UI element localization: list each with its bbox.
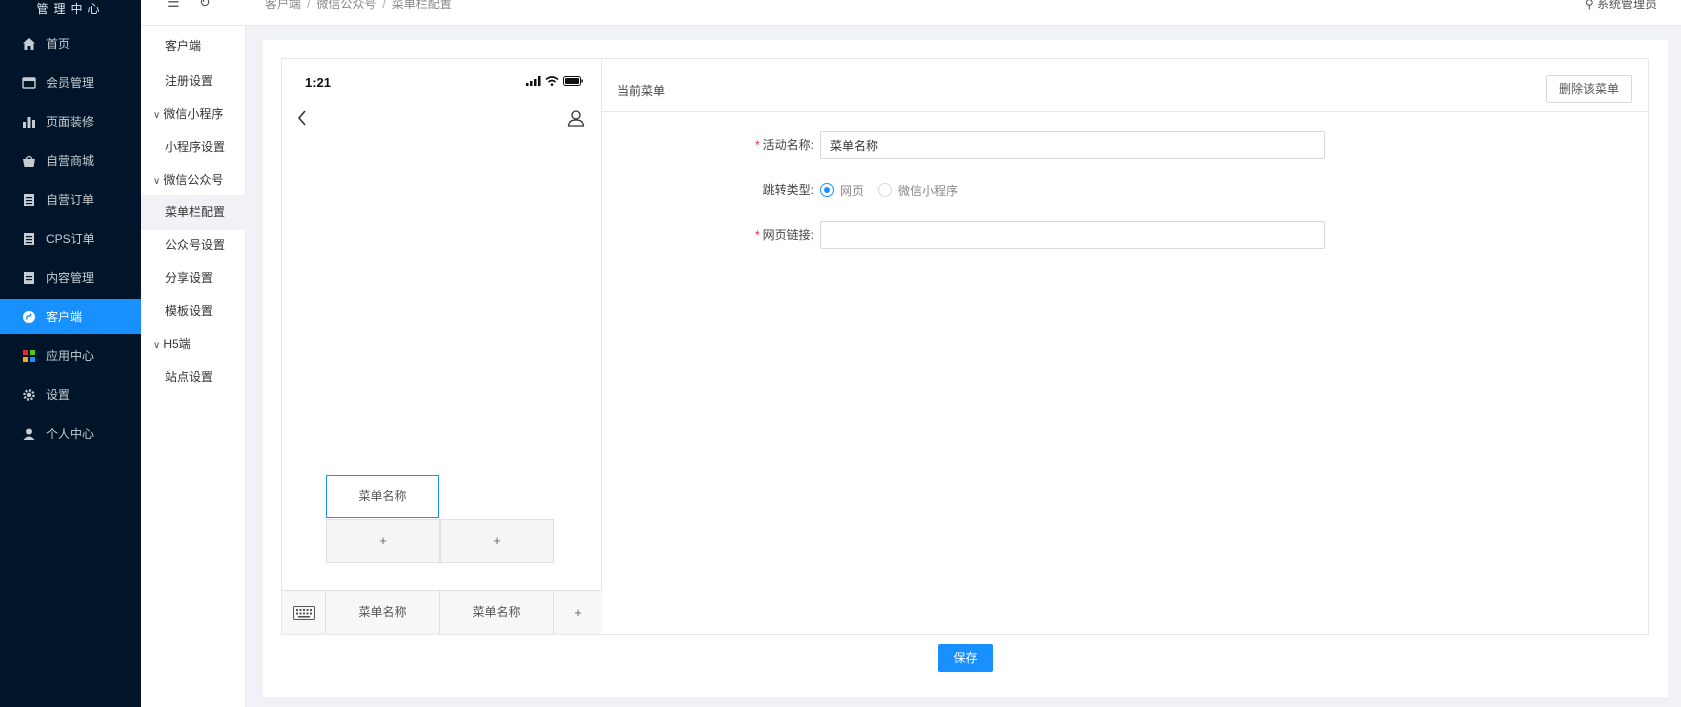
breadcrumb-item: 菜单栏配置 <box>391 0 452 11</box>
save-button[interactable]: 保存 <box>938 644 993 672</box>
submenu-item-account-settings[interactable]: 公众号设置 <box>141 228 246 263</box>
submenu-group-h5[interactable]: ∨ H5端 <box>141 327 246 362</box>
add-submenu-button[interactable]: + <box>440 519 554 563</box>
top-bar: ☰ ↻ 客户端 / 微信公众号 / 菜单栏配置 ⚲ 系统管理员 <box>141 0 1681 26</box>
phone-time: 1:21 <box>305 75 332 90</box>
content-card: 1:21 菜单名称 + + 菜单名称 菜单名称 + 当前菜单 删除该菜单 * 活… <box>263 40 1668 697</box>
submenu-item-register-settings[interactable]: 注册设置 <box>141 64 246 99</box>
nav-item-content[interactable]: 内容管理 <box>0 260 141 295</box>
submenu-group-mini-program[interactable]: ∨ 微信小程序 <box>141 97 246 132</box>
type-row: 跳转类型: 网页 微信小程序 <box>602 176 1648 204</box>
gear-icon <box>22 388 36 402</box>
submenu-item-selected[interactable]: 菜单名称 <box>326 475 439 518</box>
submenu-group-official-account[interactable]: ∨ 微信公众号 <box>141 163 246 198</box>
nav-label: 首页 <box>46 37 71 51</box>
type-radio-group: 网页 微信小程序 <box>820 176 972 204</box>
apps-icon <box>22 349 36 363</box>
menu-bar-item[interactable]: 菜单名称 <box>440 591 554 634</box>
chevron-down-icon: ∨ <box>153 176 161 187</box>
nav-item-page-design[interactable]: 页面装修 <box>0 104 141 139</box>
bar-chart-icon <box>22 115 36 129</box>
nav-item-mall[interactable]: 自营商城 <box>0 143 141 178</box>
submenu-item-share-settings[interactable]: 分享设置 <box>141 261 246 296</box>
basket-icon <box>22 154 36 168</box>
nav-label: 客户端 <box>46 310 83 324</box>
breadcrumb-item[interactable]: 微信公众号 <box>316 0 376 11</box>
nav-label: 自营商城 <box>46 154 95 168</box>
document-icon <box>22 271 36 285</box>
webpage-link-input[interactable] <box>820 221 1325 249</box>
battery-icon <box>563 76 583 86</box>
user-name: 系统管理员 <box>1596 0 1657 11</box>
submenu-item-menu-config[interactable]: 菜单栏配置 <box>141 195 246 230</box>
breadcrumb-item[interactable]: 客户端 <box>265 0 301 11</box>
nav-label: 设置 <box>46 388 71 402</box>
nav-label: 应用中心 <box>46 349 95 363</box>
nav-item-cps-orders[interactable]: CPS订单 <box>0 221 141 256</box>
person-icon <box>22 427 36 441</box>
phone-preview: 1:21 菜单名称 + + 菜单名称 菜单名称 + <box>282 59 602 634</box>
brand-title: 管理中心 <box>36 2 105 16</box>
phone-status-bar <box>526 76 583 86</box>
link-row: * 网页链接: <box>602 221 1648 249</box>
add-submenu-button[interactable]: + <box>326 519 440 563</box>
menu-name-input[interactable] <box>820 131 1325 159</box>
nav-label: 个人中心 <box>46 427 95 441</box>
nav-item-members[interactable]: 会员管理 <box>0 65 141 100</box>
submenu-item-site-settings[interactable]: 站点设置 <box>141 360 246 395</box>
nav-label: CPS订单 <box>46 232 95 246</box>
radio-mini-program[interactable]: 微信小程序 <box>878 182 958 199</box>
user-icon: ⚲ <box>1584 0 1597 11</box>
member-icon <box>22 76 36 90</box>
link-label: * 网页链接: <box>754 228 814 242</box>
nav-item-profile[interactable]: 个人中心 <box>0 416 141 451</box>
user-menu[interactable]: ⚲ 系统管理员 <box>1585 0 1657 12</box>
submenu-item-template-settings[interactable]: 模板设置 <box>141 294 246 329</box>
chevron-down-icon: ∨ <box>153 110 161 121</box>
type-label: 跳转类型: <box>762 183 814 197</box>
client-icon <box>22 310 36 324</box>
nav-label: 会员管理 <box>46 76 95 90</box>
name-label: * 活动名称: <box>754 138 814 152</box>
sub-menu: 客户端 注册设置 ∨ 微信小程序 小程序设置 ∨ 微信公众号 菜单栏配置 公众号设置… <box>141 26 246 707</box>
submenu-item-client[interactable]: 客户端 <box>141 29 246 64</box>
main-sidebar: 管理中心 首页 会员管理 页面装修 自营商城 自营订单 CPS订单 内容管理 客… <box>0 0 141 707</box>
breadcrumb: 客户端 / 微信公众号 / 菜单栏配置 <box>265 0 452 12</box>
nav-item-home[interactable]: 首页 <box>0 26 141 61</box>
phone-menu-bar: 菜单名称 菜单名称 + <box>282 590 602 634</box>
refresh-icon[interactable]: ↻ <box>199 0 211 11</box>
wifi-icon <box>545 76 559 86</box>
nav-item-client[interactable]: 客户端 <box>0 299 141 334</box>
submenu-item-mini-program-settings[interactable]: 小程序设置 <box>141 130 246 165</box>
nav-item-orders[interactable]: 自营订单 <box>0 182 141 217</box>
order-icon <box>22 193 36 207</box>
panel-header: 当前菜单 删除该菜单 <box>602 59 1648 112</box>
keyboard-icon[interactable] <box>282 591 326 634</box>
nav-label: 内容管理 <box>46 271 95 285</box>
user-icon[interactable] <box>567 109 585 130</box>
menu-editor: 1:21 菜单名称 + + 菜单名称 菜单名称 + 当前菜单 删除该菜单 * 活… <box>281 58 1649 635</box>
chevron-down-icon: ∨ <box>153 340 161 351</box>
signal-icon <box>526 76 541 86</box>
radio-webpage[interactable]: 网页 <box>820 182 864 199</box>
menu-bar-item[interactable]: 菜单名称 <box>326 591 440 634</box>
nav-item-settings[interactable]: 设置 <box>0 377 141 412</box>
menu-form-panel: 当前菜单 删除该菜单 *活动名称: 跳转类型: 网页 微信小程序 *网页链接: <box>602 59 1648 634</box>
panel-title: 当前菜单 <box>617 84 666 98</box>
home-icon <box>22 37 36 51</box>
nav-item-apps[interactable]: 应用中心 <box>0 338 141 373</box>
order-icon <box>22 232 36 246</box>
name-row: * 活动名称: <box>602 131 1648 159</box>
menu-toggle-icon[interactable]: ☰ <box>167 0 180 11</box>
delete-menu-button[interactable]: 删除该菜单 <box>1546 75 1632 103</box>
nav-label: 页面装修 <box>46 115 95 129</box>
add-menu-button[interactable]: + <box>554 591 602 634</box>
nav-label: 自营订单 <box>46 193 95 207</box>
back-icon[interactable] <box>296 109 308 130</box>
